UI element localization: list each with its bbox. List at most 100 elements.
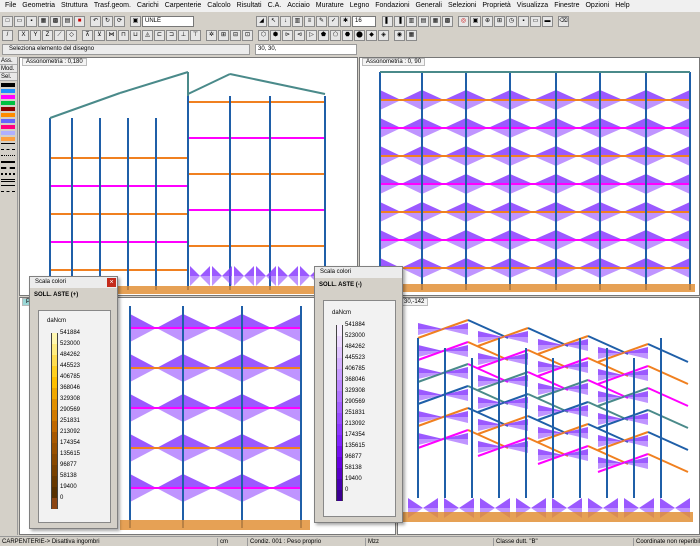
color-swatch[interactable] — [1, 137, 15, 141]
window-title-bar[interactable]: Scala colori × — [30, 277, 117, 288]
tool-h-icon[interactable]: ⊐ — [166, 29, 177, 41]
window-icon[interactable]: ▭ — [530, 15, 541, 27]
menu-item-17[interactable]: Finestre — [551, 0, 582, 12]
tool-f-icon[interactable]: ◬ — [142, 29, 153, 41]
tool-g-icon[interactable]: ⊏ — [154, 29, 165, 41]
grid-alt-icon[interactable]: ▩ — [50, 15, 61, 27]
print-icon[interactable]: ▣ — [130, 15, 141, 27]
diamond-icon[interactable]: ◇ — [66, 29, 77, 41]
menu-item-1[interactable]: Geometria — [19, 0, 58, 12]
viewport-top-right[interactable]: Assonometria : 0, 90 — [359, 57, 700, 296]
color-scale-window-positive[interactable]: Scala colori × SOLL. ASTE (+) daNcm 5418… — [29, 276, 118, 529]
color-swatch[interactable] — [1, 107, 15, 111]
menu-item-18[interactable]: Opzioni — [582, 0, 612, 12]
line-style-double[interactable] — [1, 179, 15, 183]
bar-chart-icon[interactable]: ▥ — [292, 15, 303, 27]
refresh-icon[interactable]: ⟳ — [114, 15, 125, 27]
stop-icon[interactable]: ■ — [74, 15, 85, 27]
grid-small-icon[interactable]: ▩ — [442, 15, 453, 27]
close-icon[interactable]: × — [107, 278, 116, 287]
tool-w-icon[interactable]: ◆ — [366, 29, 377, 41]
size-select[interactable]: 16 — [352, 15, 376, 27]
new-file-icon[interactable]: □ — [2, 15, 13, 27]
tool-d-icon[interactable]: ⊓ — [118, 29, 129, 41]
tool-p-icon[interactable]: ⊳ — [282, 29, 293, 41]
line-style-dashed[interactable] — [1, 149, 15, 153]
tool-b-icon[interactable]: ⊻ — [94, 29, 105, 41]
rows-icon[interactable]: ▤ — [418, 15, 429, 27]
line-style-thin[interactable] — [1, 185, 15, 189]
align-left-icon[interactable]: ▌ — [382, 15, 393, 27]
menu-item-12[interactable]: Fondazioni — [372, 0, 412, 12]
menu-item-6[interactable]: Calcolo — [204, 0, 233, 12]
properties-icon[interactable]: ▤ — [62, 15, 73, 27]
screen-icon[interactable]: ▬ — [542, 15, 553, 27]
zoom-icon[interactable]: ⊕ — [482, 15, 493, 27]
tool-s-icon[interactable]: ⬟ — [318, 29, 329, 41]
target-icon[interactable]: ◎ — [458, 15, 469, 27]
rotate-icon[interactable]: ↻ — [102, 15, 113, 27]
align-center-icon[interactable]: ▐ — [394, 15, 405, 27]
menu-item-5[interactable]: Carpenterie — [162, 0, 205, 12]
color-swatch[interactable] — [1, 89, 15, 93]
x-axis-icon[interactable]: X — [18, 29, 29, 41]
open-folder-icon[interactable]: ▭ — [14, 15, 25, 27]
view-icon[interactable]: ▣ — [470, 15, 481, 27]
frame-icon[interactable]: ▦ — [430, 15, 441, 27]
grid-icon[interactable]: ▦ — [38, 15, 49, 27]
diagonal-icon[interactable]: ⟋ — [54, 29, 65, 41]
settings-icon[interactable]: ✱ — [340, 15, 351, 27]
line-style-thick-dashed[interactable] — [1, 167, 15, 171]
color-scale-window-negative[interactable]: Scala colori SOLL. ASTE (-) daNcm 541884… — [314, 266, 403, 523]
eraser-icon[interactable]: ⌫ — [558, 15, 569, 27]
zoom-fit-icon[interactable]: ⊞ — [494, 15, 505, 27]
tool-o-icon[interactable]: ⬢ — [270, 29, 281, 41]
line-style-dotted[interactable] — [1, 155, 15, 159]
menu-item-0[interactable]: File — [2, 0, 19, 12]
color-swatch[interactable] — [1, 113, 15, 117]
tool-y-icon[interactable]: ◉ — [394, 29, 405, 41]
line-style-thick-dotted[interactable] — [1, 173, 15, 177]
check-icon[interactable]: ✓ — [328, 15, 339, 27]
viewport-bottom-right[interactable]: 30,-142 — [397, 297, 700, 535]
tool-l-icon[interactable]: ⊞ — [218, 29, 229, 41]
tool-a-icon[interactable]: ⊼ — [82, 29, 93, 41]
tool-k-icon[interactable]: ✲ — [206, 29, 217, 41]
menu-item-10[interactable]: Murature — [313, 0, 347, 12]
triangle-icon[interactable]: ◢ — [256, 15, 267, 27]
color-swatch[interactable] — [1, 125, 15, 129]
menu-item-3[interactable]: Trasf.geom. — [91, 0, 134, 12]
unle-box[interactable]: UNLE — [142, 15, 194, 27]
menu-item-14[interactable]: Selezioni — [445, 0, 479, 12]
tool-i-icon[interactable]: ⊥ — [178, 29, 189, 41]
clock-icon[interactable]: ◷ — [506, 15, 517, 27]
tab-ass[interactable]: Ass. — [0, 57, 17, 65]
lock-icon[interactable]: ⊡ — [242, 29, 253, 41]
tool-r-icon[interactable]: ▷ — [306, 29, 317, 41]
down-arrow-icon[interactable]: ↓ — [280, 15, 291, 27]
coordinate-input[interactable]: 30, 30, — [255, 44, 357, 55]
tool-n-icon[interactable]: ⬡ — [258, 29, 269, 41]
tool-c-icon[interactable]: ⋈ — [106, 29, 117, 41]
line-style-thin-dashed[interactable] — [1, 191, 15, 195]
tool-q-icon[interactable]: ⊲ — [294, 29, 305, 41]
camera-icon[interactable]: ▪ — [518, 15, 529, 27]
menu-item-11[interactable]: Legno — [347, 0, 372, 12]
menu-item-4[interactable]: Carichi — [134, 0, 162, 12]
tool-z-icon[interactable]: ▦ — [406, 29, 417, 41]
columns-icon[interactable]: ▥ — [406, 15, 417, 27]
color-swatch[interactable] — [1, 83, 15, 87]
tool-x-icon[interactable]: ◈ — [378, 29, 389, 41]
menu-item-2[interactable]: Struttura — [58, 0, 91, 12]
menu-item-15[interactable]: Proprietà — [479, 0, 513, 12]
menu-item-16[interactable]: Visualizza — [514, 0, 551, 12]
menu-item-19[interactable]: Help — [612, 0, 632, 12]
undo-icon[interactable]: ↶ — [90, 15, 101, 27]
color-swatch[interactable] — [1, 95, 15, 99]
stack-icon[interactable]: ≡ — [304, 15, 315, 27]
save-icon[interactable]: ▪ — [26, 15, 37, 27]
tool-e-icon[interactable]: ⊔ — [130, 29, 141, 41]
menu-item-7[interactable]: Risultati — [234, 0, 265, 12]
color-swatch[interactable] — [1, 119, 15, 123]
z-axis-icon[interactable]: Z — [42, 29, 53, 41]
